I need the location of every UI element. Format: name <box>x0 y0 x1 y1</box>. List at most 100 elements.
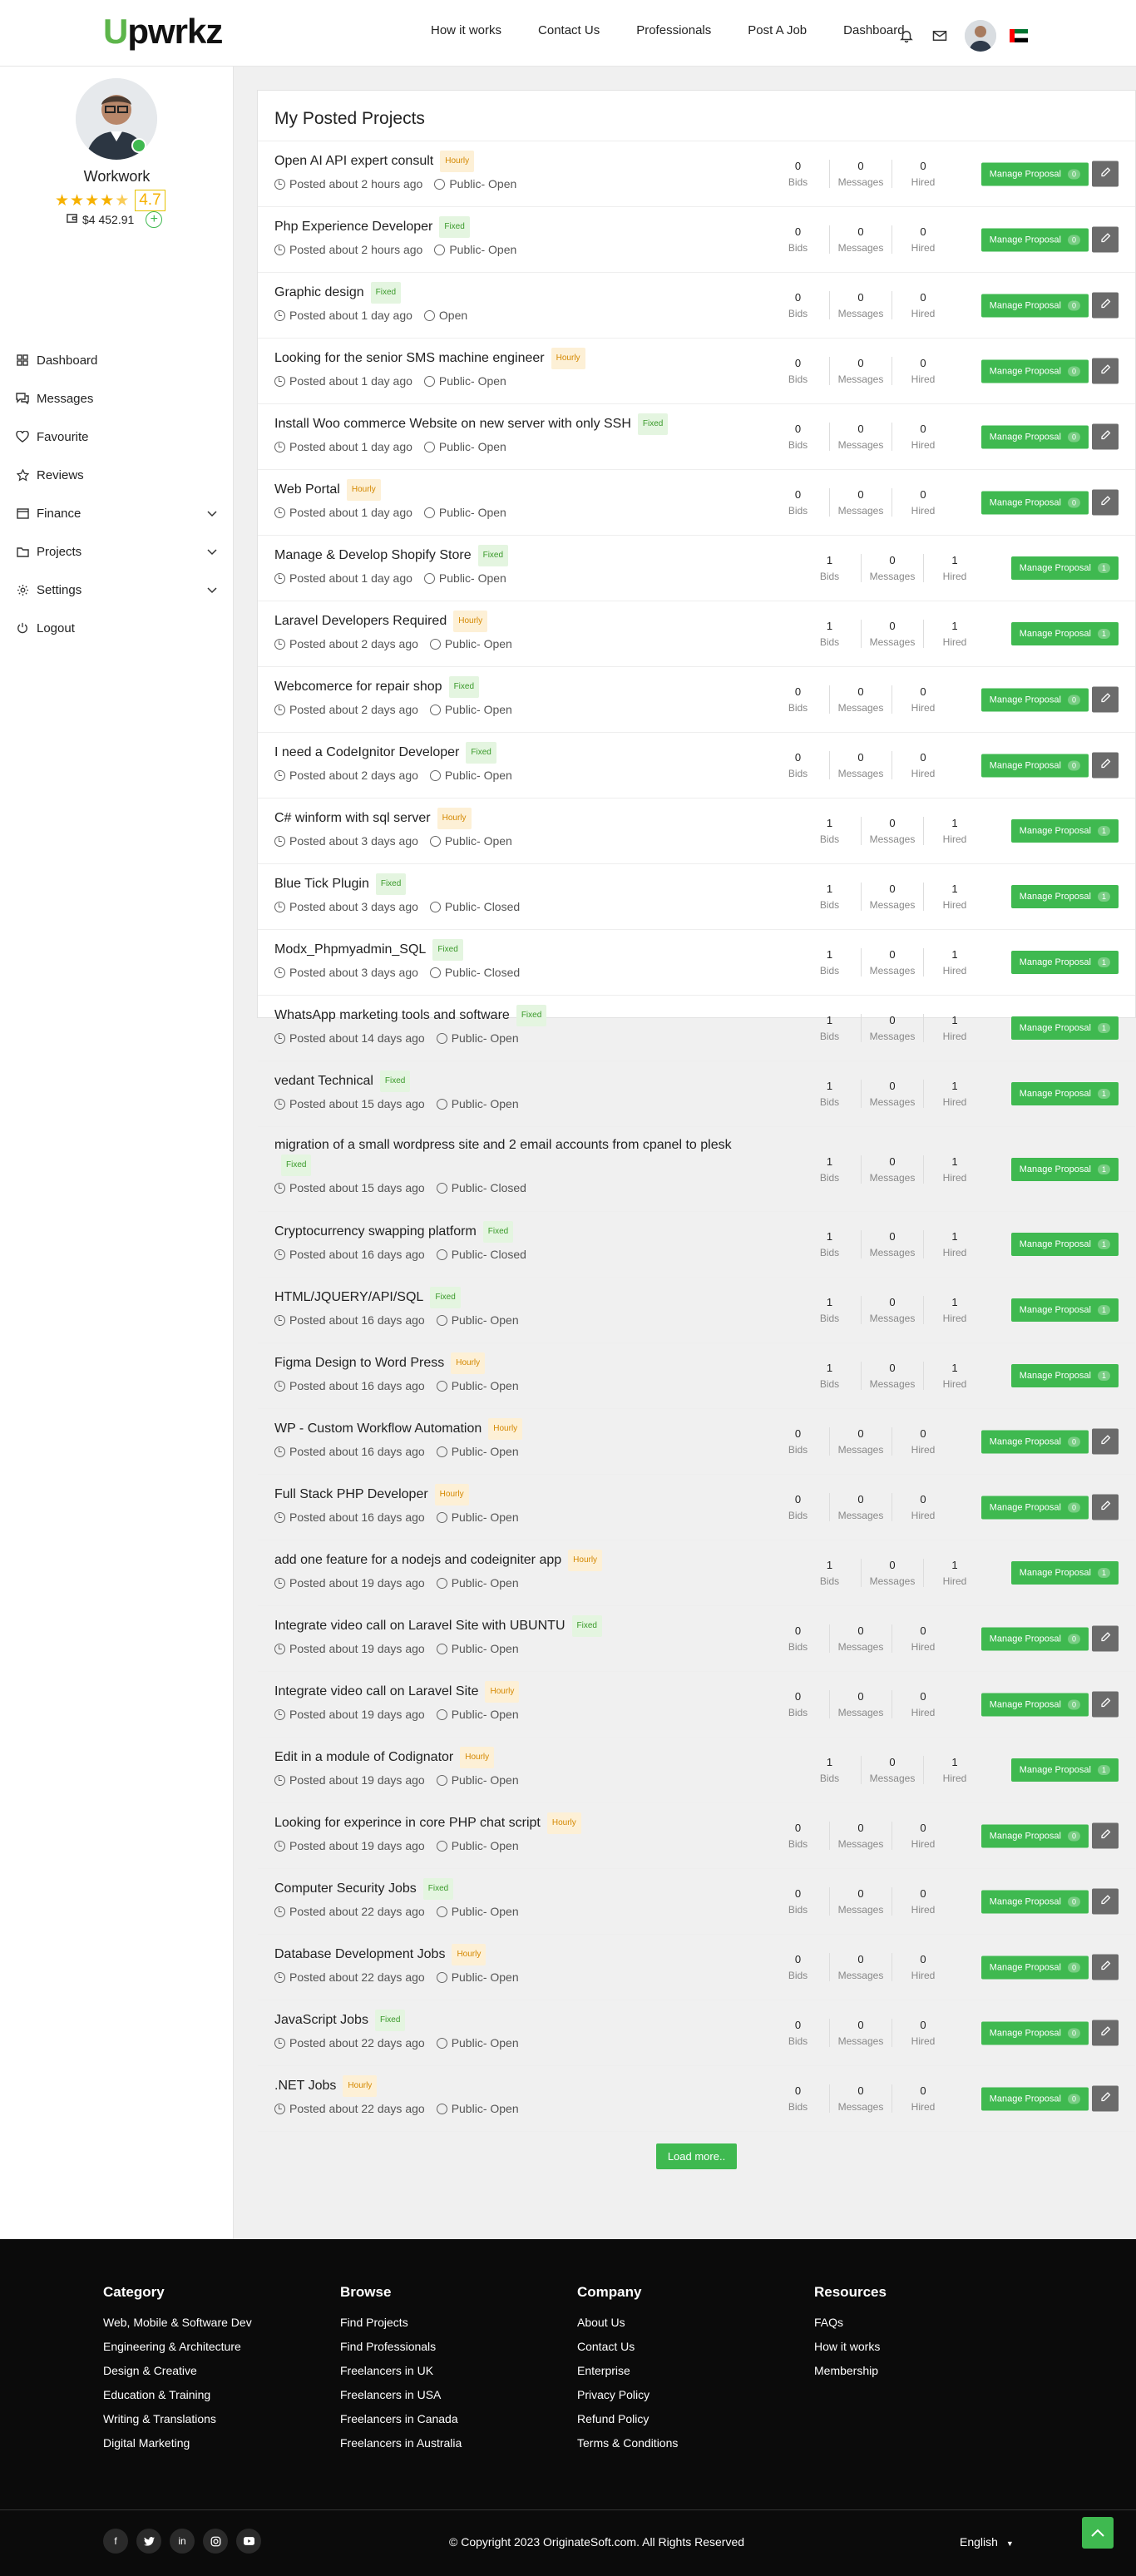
uae-flag-icon[interactable] <box>1010 29 1028 42</box>
manage-proposal-button[interactable]: Manage Proposal 0 <box>980 2021 1089 2044</box>
sidebar-item-dashboard[interactable]: Dashboard <box>0 341 234 379</box>
manage-proposal-button[interactable]: Manage Proposal 0 <box>980 359 1089 383</box>
manage-proposal-button[interactable]: Manage Proposal 1 <box>1010 951 1119 974</box>
project-title[interactable]: Modx_Phpmyadmin_SQL Fixed <box>274 939 765 961</box>
nav-dashboard[interactable]: Dashboard <box>843 23 904 37</box>
project-title[interactable]: Edit in a module of Codignator Hourly <box>274 1747 765 1768</box>
manage-proposal-button[interactable]: Manage Proposal 0 <box>980 491 1089 514</box>
footer-link[interactable]: Terms & Conditions <box>577 2436 678 2450</box>
language-select[interactable]: English ▼ <box>960 2535 1014 2549</box>
footer-link[interactable]: Engineering & Architecture <box>103 2340 252 2353</box>
sidebar-item-reviews[interactable]: Reviews <box>0 456 234 494</box>
nav-how-it-works[interactable]: How it works <box>431 23 501 37</box>
footer-link[interactable]: Refund Policy <box>577 2412 678 2425</box>
manage-proposal-button[interactable]: Manage Proposal 0 <box>980 294 1089 317</box>
nav-professionals[interactable]: Professionals <box>636 23 711 37</box>
project-title[interactable]: HTML/JQUERY/API/SQL Fixed <box>274 1287 765 1308</box>
manage-proposal-button[interactable]: Manage Proposal 0 <box>980 1496 1089 1519</box>
manage-proposal-button[interactable]: Manage Proposal 1 <box>1010 1233 1119 1256</box>
project-title[interactable]: JavaScript Jobs Fixed <box>274 2010 765 2031</box>
manage-proposal-button[interactable]: Manage Proposal 1 <box>1010 1758 1119 1782</box>
footer-link[interactable]: Contact Us <box>577 2340 678 2353</box>
project-title[interactable]: Graphic design Fixed <box>274 282 765 304</box>
project-title[interactable]: Laravel Developers Required Hourly <box>274 611 765 632</box>
edit-project-button[interactable] <box>1092 161 1119 187</box>
sidebar-item-settings[interactable]: Settings <box>0 571 234 609</box>
project-title[interactable]: WP - Custom Workflow Automation Hourly <box>274 1418 765 1440</box>
youtube-icon[interactable] <box>236 2529 261 2554</box>
edit-project-button[interactable] <box>1092 1625 1119 1652</box>
edit-project-button[interactable] <box>1092 1428 1119 1455</box>
sidebar-item-projects[interactable]: Projects <box>0 532 234 571</box>
manage-proposal-button[interactable]: Manage Proposal 0 <box>980 1627 1089 1650</box>
project-title[interactable]: Cryptocurrency swapping platform Fixed <box>274 1221 765 1243</box>
load-more-button[interactable]: Load more.. <box>655 2143 738 2169</box>
project-title[interactable]: Webcomerce for repair shop Fixed <box>274 676 765 698</box>
manage-proposal-button[interactable]: Manage Proposal 0 <box>980 1955 1089 1979</box>
sidebar-item-messages[interactable]: Messages <box>0 379 234 418</box>
sidebar-item-logout[interactable]: Logout <box>0 609 234 647</box>
manage-proposal-button[interactable]: Manage Proposal 0 <box>980 1693 1089 1716</box>
footer-link[interactable]: Freelancers in USA <box>340 2388 462 2401</box>
edit-project-button[interactable] <box>1092 423 1119 450</box>
manage-proposal-button[interactable]: Manage Proposal 0 <box>980 754 1089 777</box>
project-title[interactable]: Php Experience Developer Fixed <box>274 216 765 238</box>
edit-project-button[interactable] <box>1092 1691 1119 1718</box>
manage-proposal-button[interactable]: Manage Proposal 1 <box>1010 885 1119 908</box>
project-title[interactable]: WhatsApp marketing tools and software Fix… <box>274 1005 765 1026</box>
project-title[interactable]: Database Development Jobs Hourly <box>274 1944 765 1965</box>
linkedin-icon[interactable]: in <box>170 2529 195 2554</box>
manage-proposal-button[interactable]: Manage Proposal 1 <box>1010 1298 1119 1322</box>
manage-proposal-button[interactable]: Manage Proposal 0 <box>980 1824 1089 1847</box>
footer-link[interactable]: Freelancers in Canada <box>340 2412 462 2425</box>
edit-project-button[interactable] <box>1092 292 1119 319</box>
project-title[interactable]: add one feature for a nodejs and codeign… <box>274 1550 765 1571</box>
edit-project-button[interactable] <box>1092 686 1119 713</box>
project-title[interactable]: .NET Jobs Hourly <box>274 2075 765 2097</box>
scroll-to-top-button[interactable] <box>1082 2517 1114 2549</box>
footer-link[interactable]: Web, Mobile & Software Dev <box>103 2316 252 2329</box>
manage-proposal-button[interactable]: Manage Proposal 0 <box>980 688 1089 711</box>
manage-proposal-button[interactable]: Manage Proposal 0 <box>980 1890 1089 1913</box>
footer-link[interactable]: Membership <box>814 2364 887 2377</box>
sidebar-item-favourite[interactable]: Favourite <box>0 418 234 456</box>
project-title[interactable]: C# winform with sql server Hourly <box>274 808 765 829</box>
edit-project-button[interactable] <box>1092 226 1119 253</box>
nav-contact-us[interactable]: Contact Us <box>538 23 600 37</box>
edit-project-button[interactable] <box>1092 1822 1119 1849</box>
footer-link[interactable]: Digital Marketing <box>103 2436 252 2450</box>
project-title[interactable]: Computer Security Jobs Fixed <box>274 1878 765 1900</box>
manage-proposal-button[interactable]: Manage Proposal 1 <box>1010 556 1119 580</box>
edit-project-button[interactable] <box>1092 489 1119 516</box>
project-title[interactable]: Web Portal Hourly <box>274 479 765 501</box>
manage-proposal-button[interactable]: Manage Proposal 0 <box>980 162 1089 185</box>
manage-proposal-button[interactable]: Manage Proposal 1 <box>1010 1561 1119 1585</box>
footer-link[interactable]: Freelancers in Australia <box>340 2436 462 2450</box>
footer-link[interactable]: Find Projects <box>340 2316 462 2329</box>
footer-link[interactable]: Find Professionals <box>340 2340 462 2353</box>
edit-project-button[interactable] <box>1092 1954 1119 1980</box>
edit-project-button[interactable] <box>1092 2085 1119 2112</box>
manage-proposal-button[interactable]: Manage Proposal 1 <box>1010 1016 1119 1040</box>
sidebar-item-finance[interactable]: Finance <box>0 494 234 532</box>
manage-proposal-button[interactable]: Manage Proposal 1 <box>1010 1157 1119 1181</box>
manage-proposal-button[interactable]: Manage Proposal 0 <box>980 2087 1089 2110</box>
facebook-icon[interactable]: f <box>103 2529 128 2554</box>
footer-link[interactable]: FAQs <box>814 2316 887 2329</box>
manage-proposal-button[interactable]: Manage Proposal 1 <box>1010 819 1119 843</box>
manage-proposal-button[interactable]: Manage Proposal 0 <box>980 1430 1089 1453</box>
mail-icon[interactable] <box>931 27 948 44</box>
manage-proposal-button[interactable]: Manage Proposal 1 <box>1010 622 1119 645</box>
edit-project-button[interactable] <box>1092 2020 1119 2046</box>
edit-project-button[interactable] <box>1092 1494 1119 1520</box>
edit-project-button[interactable] <box>1092 1888 1119 1915</box>
project-title[interactable]: Integrate video call on Laravel Site wit… <box>274 1615 765 1637</box>
twitter-icon[interactable] <box>136 2529 161 2554</box>
footer-link[interactable]: Design & Creative <box>103 2364 252 2377</box>
nav-post-a-job[interactable]: Post A Job <box>748 23 807 37</box>
add-funds-button[interactable]: + <box>146 211 163 228</box>
edit-project-button[interactable] <box>1092 752 1119 779</box>
project-title[interactable]: vedant Technical Fixed <box>274 1070 765 1092</box>
project-title[interactable]: Looking for the senior SMS machine engin… <box>274 348 765 369</box>
footer-link[interactable]: How it works <box>814 2340 887 2353</box>
